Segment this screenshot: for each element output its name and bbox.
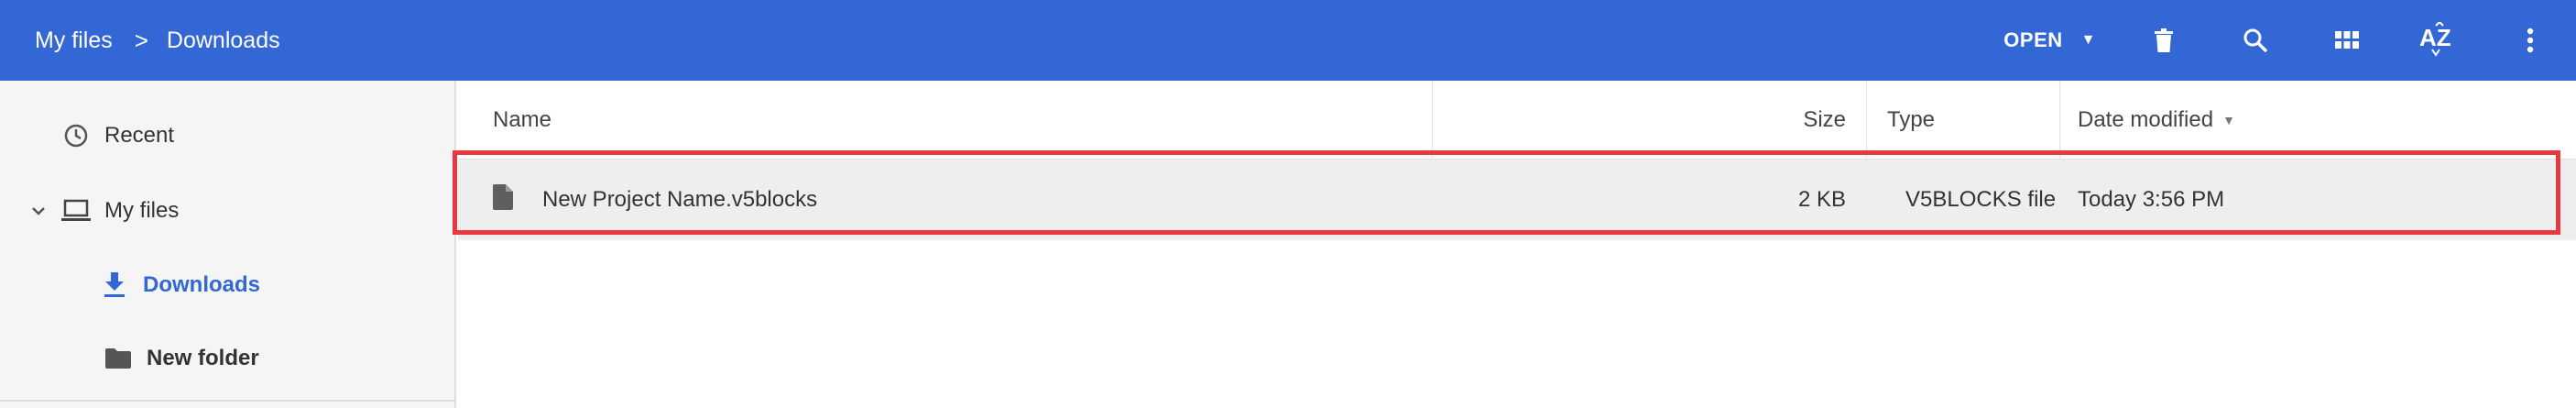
sidebar-item-my-files[interactable]: My files [0, 179, 456, 243]
file-name: New Project Name.v5blocks [542, 187, 818, 212]
files-app-window: My files > Downloads OPEN ▼ AZ Recent My… [0, 0, 2576, 408]
file-date-modified: Today 3:56 PM [2078, 187, 2225, 212]
column-header-type[interactable]: Type [1887, 81, 1935, 160]
folder-icon [103, 343, 134, 374]
more-vert-icon [2527, 28, 2534, 53]
toolbar: OPEN ▼ AZ [1981, 0, 2576, 81]
breadcrumb-downloads[interactable]: Downloads [167, 28, 280, 54]
caret-down-icon: ▼ [2080, 32, 2096, 48]
more-options-button[interactable] [2484, 0, 2576, 81]
download-icon [99, 270, 130, 301]
column-header-size[interactable]: Size [1539, 81, 1846, 160]
column-divider[interactable] [2059, 81, 2060, 160]
delete-button[interactable] [2118, 0, 2210, 81]
sidebar-item-label: Recent [104, 123, 175, 148]
sidebar-item-downloads[interactable]: Downloads [0, 253, 456, 317]
svg-text:AZ: AZ [2419, 24, 2451, 51]
sort-descending-icon: ▼ [2222, 113, 2235, 127]
breadcrumb-my-files[interactable]: My files [35, 28, 113, 54]
column-header-date-modified[interactable]: Date modified ▼ [2078, 81, 2235, 160]
sidebar-item-label: My files [104, 198, 180, 223]
grid-view-icon [2335, 31, 2359, 49]
file-size: 2 KB [1797, 187, 1846, 212]
file-list-header: Name Size Type Date modified ▼ [458, 81, 2576, 160]
header-bar: My files > Downloads OPEN ▼ AZ [0, 0, 2576, 81]
open-button[interactable]: OPEN ▼ [1981, 0, 2118, 81]
file-list: Name Size Type Date modified ▼ New Proje… [458, 81, 2576, 408]
column-divider[interactable] [1432, 81, 1433, 160]
sidebar-item-recent[interactable]: Recent [0, 104, 456, 168]
column-header-label: Date modified [2078, 107, 2214, 132]
grid-view-button[interactable] [2301, 0, 2393, 81]
search-button[interactable] [2210, 0, 2301, 81]
trash-icon [2155, 28, 2173, 52]
laptop-icon [60, 195, 92, 226]
sidebar-divider [0, 400, 456, 402]
sidebar: Recent My files Downloads New folder [0, 81, 456, 408]
search-icon [2243, 28, 2268, 53]
file-type: V5BLOCKS file [1905, 187, 2057, 212]
clock-icon [60, 120, 92, 151]
table-row[interactable]: New Project Name.v5blocks 2 KB V5BLOCKS … [458, 160, 2576, 240]
chevron-down-icon[interactable] [31, 206, 49, 215]
column-header-name[interactable]: Name [493, 81, 551, 160]
sidebar-item-label: New folder [147, 346, 259, 370]
sidebar-item-new-folder[interactable]: New folder [0, 326, 456, 391]
breadcrumb: My files > Downloads [0, 27, 280, 55]
open-button-label: OPEN [2003, 28, 2063, 51]
breadcrumb-separator: > [134, 26, 148, 54]
file-name-cell: New Project Name.v5blocks [493, 160, 817, 240]
sort-az-icon: AZ [2419, 22, 2451, 57]
sort-button[interactable]: AZ [2393, 0, 2484, 81]
column-divider[interactable] [1866, 81, 1867, 160]
file-icon [493, 184, 518, 215]
sidebar-item-label: Downloads [143, 272, 261, 297]
